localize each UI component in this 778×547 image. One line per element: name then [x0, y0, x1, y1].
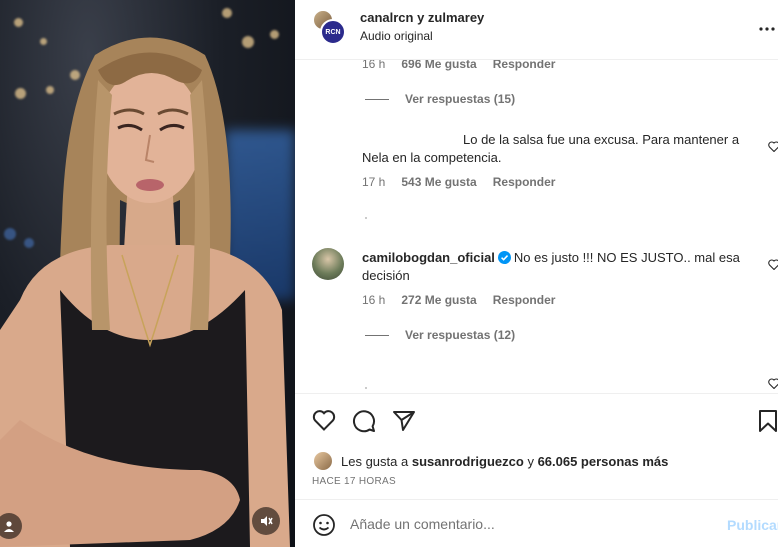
avatar-badge-text: RCN — [325, 28, 341, 36]
comment-like-button[interactable] — [768, 257, 778, 275]
reply-button[interactable]: Responder — [493, 175, 556, 189]
comment-button[interactable] — [352, 409, 376, 438]
comment-icon — [353, 410, 375, 433]
view-replies-button[interactable]: Ver respuestas (12) — [365, 328, 515, 342]
loading-dot — [365, 387, 367, 389]
comment-time: 16 h — [362, 293, 386, 307]
post-author-names[interactable]: canalrcn y zulmarey — [360, 10, 484, 25]
share-button[interactable] — [392, 409, 416, 438]
likes-summary: Les gusta a susanrodriguezco y 66.065 pe… — [314, 452, 668, 470]
liked-by-prefix: Les gusta a — [341, 453, 409, 469]
comment-body: camilobogdan_oficial No es justo !!! NO … — [362, 249, 740, 267]
person-illustration — [0, 37, 290, 547]
heart-icon — [768, 259, 778, 271]
avatar-canalrcn[interactable]: RCN — [320, 19, 346, 45]
post-panel: RCN canalrcn y zulmarey Audio original 1… — [295, 0, 778, 547]
collab-avatars[interactable]: RCN — [312, 9, 348, 45]
post-actions: Les gusta a susanrodriguezco y 66.065 pe… — [295, 393, 778, 499]
comment-text-line: Nela en la competencia. — [362, 150, 502, 165]
comment-meta: 16 h 272 Me gusta Responder — [362, 293, 555, 307]
like-button[interactable] — [312, 409, 336, 436]
comment-time: 17 h — [362, 175, 386, 189]
muted-speaker-icon — [261, 516, 273, 526]
comment-likes[interactable]: 696 Me gusta — [401, 60, 476, 71]
comments-list[interactable]: 16 h 696 Me gusta Responder Ver respuest… — [295, 60, 778, 393]
post-timestamp[interactable]: HACE 17 HORAS — [312, 476, 396, 487]
liked-by-user[interactable]: susanrodriguezco — [412, 454, 524, 469]
add-comment-bar: Publicar — [295, 499, 778, 547]
comment-likes[interactable]: 272 Me gusta — [401, 293, 476, 307]
mute-button[interactable] — [252, 507, 280, 535]
post-comment-button[interactable]: Publicar — [727, 517, 778, 533]
heart-icon — [768, 378, 778, 390]
comment-likes[interactable]: 543 Me gusta — [401, 175, 476, 189]
send-icon — [393, 411, 415, 431]
commenter-avatar[interactable] — [312, 248, 344, 280]
post-header: RCN canalrcn y zulmarey Audio original — [295, 0, 778, 60]
divider-line — [365, 334, 389, 336]
heart-icon — [312, 410, 336, 431]
comment-meta: 16 h 696 Me gusta Responder — [362, 60, 555, 71]
comment-input[interactable] — [350, 510, 710, 538]
comment-text-line: decisión — [362, 268, 410, 283]
comment-time: 16 h — [362, 60, 386, 71]
liked-by-connector: y — [527, 453, 534, 469]
view-replies-label: Ver respuestas (15) — [405, 92, 516, 106]
reply-button[interactable]: Responder — [493, 293, 556, 307]
post-media-video[interactable] — [0, 0, 295, 547]
save-button[interactable] — [758, 409, 778, 438]
comment-like-button[interactable] — [768, 139, 778, 157]
loading-dot — [365, 217, 367, 219]
emoji-icon — [313, 514, 335, 536]
comment-meta: 17 h 543 Me gusta Responder — [362, 175, 555, 189]
more-horizontal-icon — [759, 27, 775, 31]
liker-avatar[interactable] — [314, 452, 332, 470]
comment-text-line: No es justo !!! NO ES JUSTO.. mal esa — [513, 250, 740, 265]
comment-like-button[interactable] — [768, 376, 778, 393]
divider-line — [365, 98, 389, 100]
comment-text-line: Lo de la salsa fue una excusa. Para mant… — [463, 132, 740, 147]
user-icon — [4, 521, 14, 532]
more-options-button[interactable] — [759, 18, 775, 36]
bookmark-icon — [759, 410, 777, 432]
comment-username[interactable]: camilobogdan_oficial — [362, 250, 495, 265]
view-replies-button[interactable]: Ver respuestas (15) — [365, 92, 515, 106]
liked-by-others[interactable]: 66.065 personas más — [538, 454, 669, 469]
view-replies-label: Ver respuestas (12) — [405, 328, 516, 342]
emoji-button[interactable] — [312, 513, 336, 542]
verified-badge-icon — [497, 251, 511, 264]
reply-button[interactable]: Responder — [493, 60, 556, 71]
audio-label[interactable]: Audio original — [360, 29, 484, 43]
heart-icon — [768, 141, 778, 153]
